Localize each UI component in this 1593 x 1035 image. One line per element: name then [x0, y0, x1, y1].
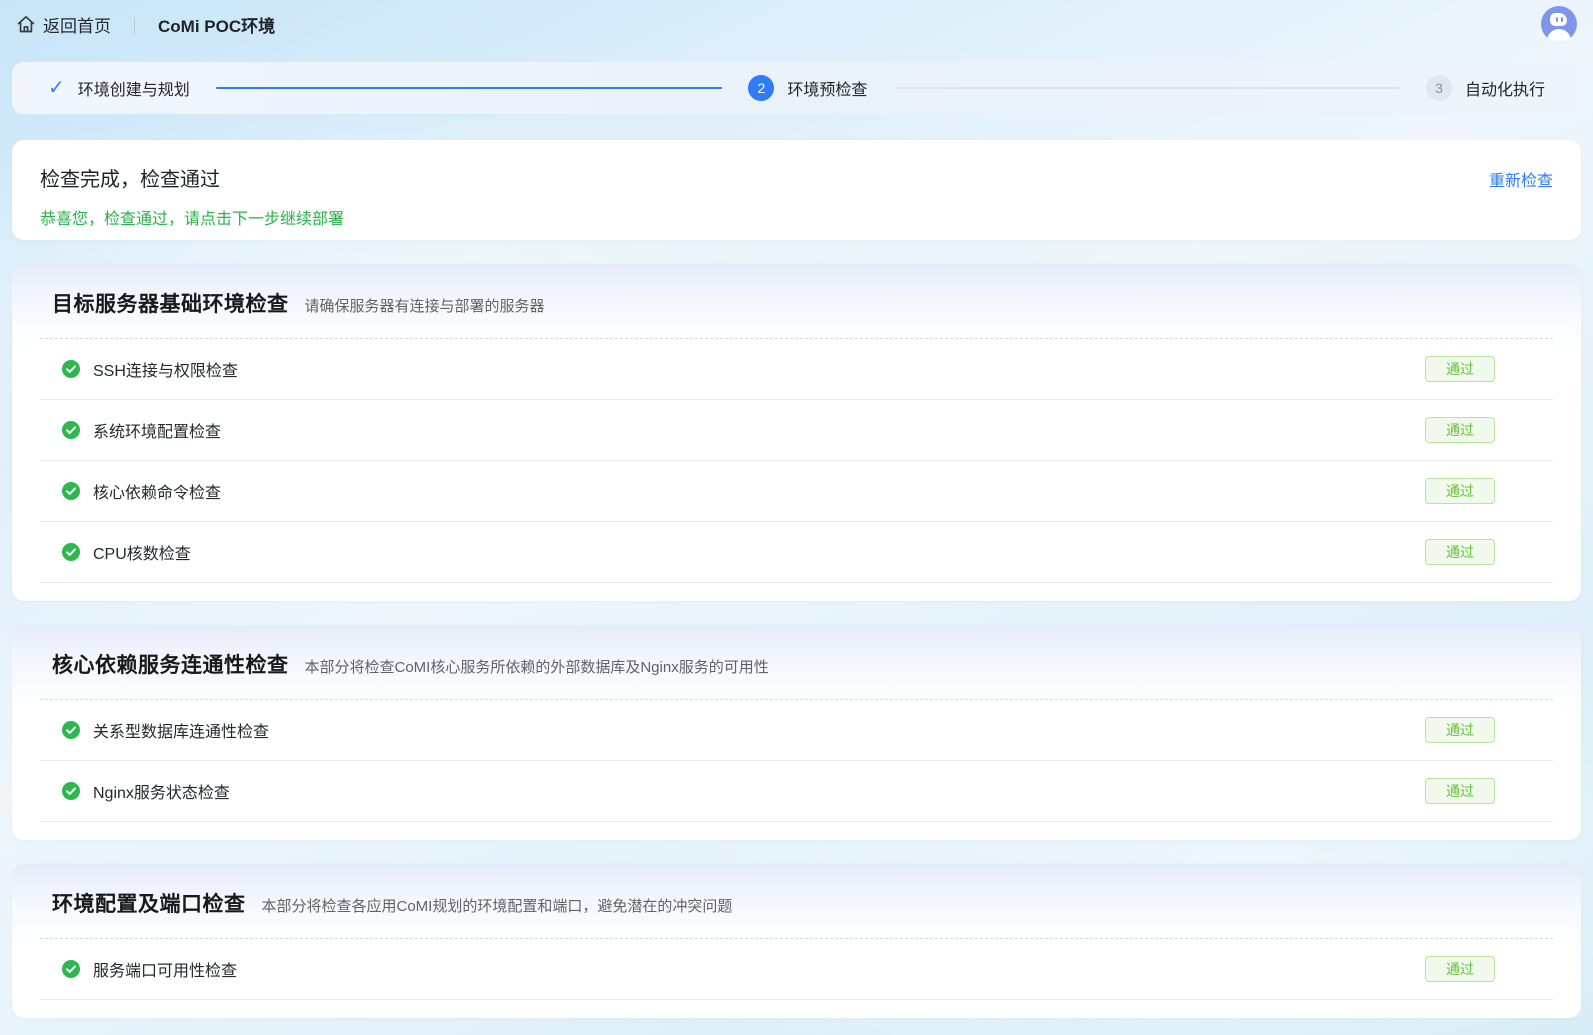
- status-badge: 通过: [1425, 956, 1495, 982]
- check-item-row: 服务端口可用性检查 通过: [40, 939, 1553, 1000]
- step-done-check-icon: ✓: [48, 78, 65, 98]
- success-check-icon: [62, 543, 80, 561]
- check-item-label: 核心依赖命令检查: [93, 479, 221, 503]
- section-title: 目标服务器基础环境检查: [52, 288, 289, 318]
- check-section-card: 目标服务器基础环境检查 请确保服务器有连接与部署的服务器 SSH连接与权限检查 …: [12, 264, 1581, 601]
- avatar-torso: [1547, 29, 1571, 42]
- success-check-icon: [62, 782, 80, 800]
- home-button[interactable]: 返回首页: [16, 12, 111, 37]
- section-title: 环境配置及端口检查: [52, 888, 246, 918]
- section-header: 目标服务器基础环境检查 请确保服务器有连接与部署的服务器: [40, 264, 1553, 338]
- home-label: 返回首页: [43, 12, 111, 37]
- avatar-eye: [1561, 17, 1563, 22]
- section-subtitle: 本部分将检查CoMI核心服务所依赖的外部数据库及Nginx服务的可用性: [305, 656, 769, 677]
- section-rows: SSH连接与权限检查 通过 系统环境配置检查 通过 核心依赖命令检查 通过: [40, 338, 1553, 583]
- status-badge: 通过: [1425, 539, 1495, 565]
- section-subtitle: 请确保服务器有连接与部署的服务器: [305, 295, 545, 316]
- header-separator: ｜: [126, 12, 143, 37]
- page-title: CoMi POC环境: [158, 12, 275, 37]
- user-avatar[interactable]: [1541, 6, 1577, 42]
- status-badge: 通过: [1425, 417, 1495, 443]
- status-badge: 通过: [1425, 356, 1495, 382]
- check-item-row: SSH连接与权限检查 通过: [40, 339, 1553, 400]
- section-header: 环境配置及端口检查 本部分将检查各应用CoMI规划的环境配置和端口，避免潜在的冲…: [40, 864, 1553, 938]
- check-item-label: Nginx服务状态检查: [93, 779, 230, 803]
- step-number-badge: 3: [1426, 75, 1452, 101]
- step-connector-done: [216, 87, 723, 89]
- check-item-row: 关系型数据库连通性检查 通过: [40, 700, 1553, 761]
- success-check-icon: [62, 721, 80, 739]
- status-badge: 通过: [1425, 717, 1495, 743]
- status-badge: 通过: [1425, 478, 1495, 504]
- check-item-row: 核心依赖命令检查 通过: [40, 461, 1553, 522]
- success-check-icon: [62, 360, 80, 378]
- check-section-card: 环境配置及端口检查 本部分将检查各应用CoMI规划的环境配置和端口，避免潜在的冲…: [12, 864, 1581, 1018]
- section-rows: 服务端口可用性检查 通过: [40, 938, 1553, 1000]
- step-number-badge: 2: [748, 75, 774, 101]
- check-result-title: 检查完成，检查通过: [40, 163, 1553, 192]
- step-label: 环境预检查: [787, 76, 867, 100]
- section-header: 核心依赖服务连通性检查 本部分将检查CoMI核心服务所依赖的外部数据库及Ngin…: [40, 625, 1553, 699]
- section-rows: 关系型数据库连通性检查 通过 Nginx服务状态检查 通过: [40, 699, 1553, 822]
- check-item-row: 系统环境配置检查 通过: [40, 400, 1553, 461]
- section-subtitle: 本部分将检查各应用CoMI规划的环境配置和端口，避免潜在的冲突问题: [262, 895, 733, 916]
- check-section-card: 核心依赖服务连通性检查 本部分将检查CoMI核心服务所依赖的外部数据库及Ngin…: [12, 625, 1581, 840]
- success-check-icon: [62, 960, 80, 978]
- recheck-link[interactable]: 重新检查: [1489, 167, 1553, 191]
- wizard-stepper: ✓ 环境创建与规划 2 环境预检查 3 自动化执行: [12, 62, 1581, 114]
- step-label: 自动化执行: [1465, 76, 1545, 100]
- check-item-label: CPU核数检查: [93, 540, 191, 564]
- success-check-icon: [62, 482, 80, 500]
- success-check-icon: [62, 421, 80, 439]
- check-item-label: 系统环境配置检查: [93, 418, 221, 442]
- section-title: 核心依赖服务连通性检查: [52, 649, 289, 679]
- step-automation: 3 自动化执行: [1426, 75, 1545, 101]
- check-item-label: 关系型数据库连通性检查: [93, 718, 269, 742]
- avatar-head: [1550, 13, 1567, 26]
- check-item-row: CPU核数检查 通过: [40, 522, 1553, 583]
- top-header: 返回首页 ｜ CoMi POC环境: [0, 0, 1593, 48]
- check-item-label: SSH连接与权限检查: [93, 357, 238, 381]
- home-icon: [16, 14, 36, 34]
- step-label: 环境创建与规划: [78, 76, 190, 100]
- sections: 目标服务器基础环境检查 请确保服务器有连接与部署的服务器 SSH连接与权限检查 …: [0, 264, 1593, 1018]
- check-item-label: 服务端口可用性检查: [93, 957, 237, 981]
- avatar-eye: [1556, 17, 1558, 22]
- check-result-card: 检查完成，检查通过 恭喜您，检查通过，请点击下一步继续部署 重新检查: [12, 140, 1581, 240]
- status-badge: 通过: [1425, 778, 1495, 804]
- step-env-precheck: 2 环境预检查: [748, 75, 867, 101]
- check-item-row: Nginx服务状态检查 通过: [40, 761, 1553, 822]
- step-connector-pending: [893, 87, 1400, 89]
- check-result-message: 恭喜您，检查通过，请点击下一步继续部署: [40, 205, 1553, 229]
- step-env-create: ✓ 环境创建与规划: [48, 76, 190, 100]
